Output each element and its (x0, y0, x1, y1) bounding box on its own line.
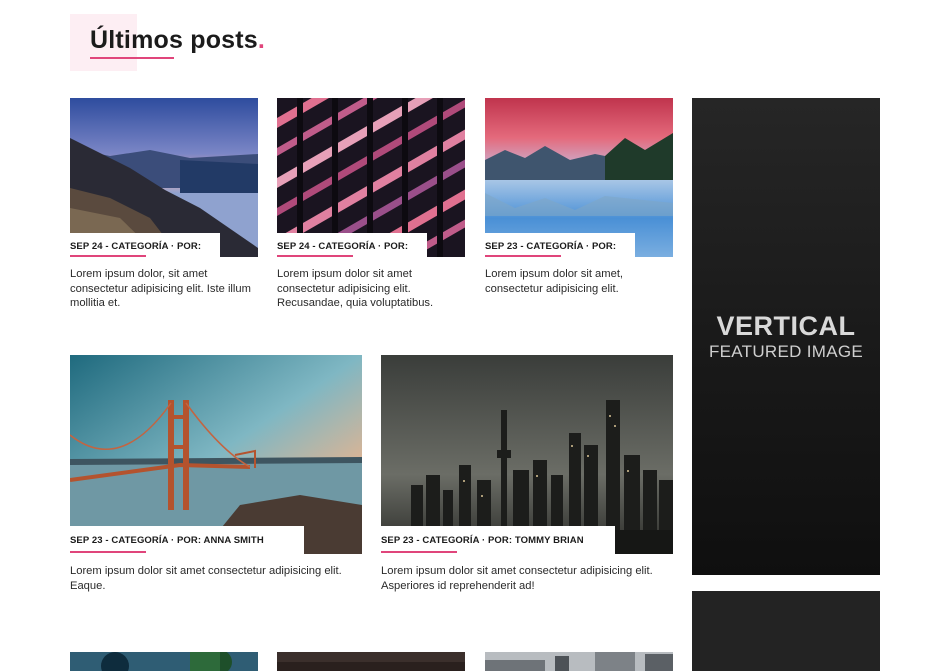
post-meta: SEP 23 - CATEGORÍA · POR: (485, 233, 635, 257)
city-skyline-image[interactable] (381, 355, 673, 554)
meta-underline (70, 255, 146, 257)
post-meta: SEP 24 - CATEGORÍA · POR: (277, 233, 427, 257)
post-thumbnail-partial[interactable] (277, 652, 465, 671)
post-excerpt: Lorem ipsum dolor sit amet consectetur a… (381, 565, 653, 592)
post-card[interactable]: SEP 23 - CATEGORÍA · POR: ANNA SMITH Lor… (70, 355, 362, 600)
vertical-featured-card-2[interactable] (692, 591, 880, 671)
post-excerpt: Lorem ipsum dolor sit amet consectetur a… (277, 268, 434, 310)
post-thumbnail-partial[interactable] (485, 652, 673, 671)
vertical-featured-card[interactable]: VERTICAL FEATURED IMAGE (692, 98, 880, 575)
post-excerpt: Lorem ipsum dolor sit amet consectetur a… (70, 565, 342, 592)
post-excerpt: Lorem ipsum dolor sit amet, consectetur … (485, 268, 624, 295)
meta-underline (70, 551, 146, 553)
post-meta: SEP 23 - CATEGORÍA · POR: TOMMY BRIAN (381, 526, 615, 554)
title-dot: . (257, 26, 266, 54)
meta-underline (381, 551, 457, 553)
post-meta: SEP 23 - CATEGORÍA · POR: ANNA SMITH (70, 526, 304, 554)
post-thumbnail-partial[interactable] (70, 652, 258, 671)
post-card[interactable]: SEP 24 - CATEGORÍA · POR: Lorem ipsum do… (70, 98, 258, 318)
meta-underline (277, 255, 353, 257)
post-card[interactable]: SEP 23 - CATEGORÍA · POR: Lorem ipsum do… (485, 98, 673, 318)
post-excerpt: Lorem ipsum dolor, sit amet consectetur … (70, 268, 251, 310)
vertical-title: VERTICAL (716, 311, 856, 341)
meta-underline (485, 255, 561, 257)
page-title: Últimos posts. (90, 26, 265, 55)
vertical-subtitle: FEATURED IMAGE (708, 342, 864, 361)
title-underline (90, 57, 174, 59)
post-card[interactable]: SEP 23 - CATEGORÍA · POR: TOMMY BRIAN Lo… (381, 355, 673, 600)
title-text: Últimos posts (90, 26, 258, 54)
post-card[interactable]: SEP 24 - CATEGORÍA · POR: Lorem ipsum do… (277, 98, 465, 318)
golden-gate-bridge-image[interactable] (70, 355, 362, 554)
post-meta: SEP 24 - CATEGORÍA · POR: (70, 233, 220, 257)
